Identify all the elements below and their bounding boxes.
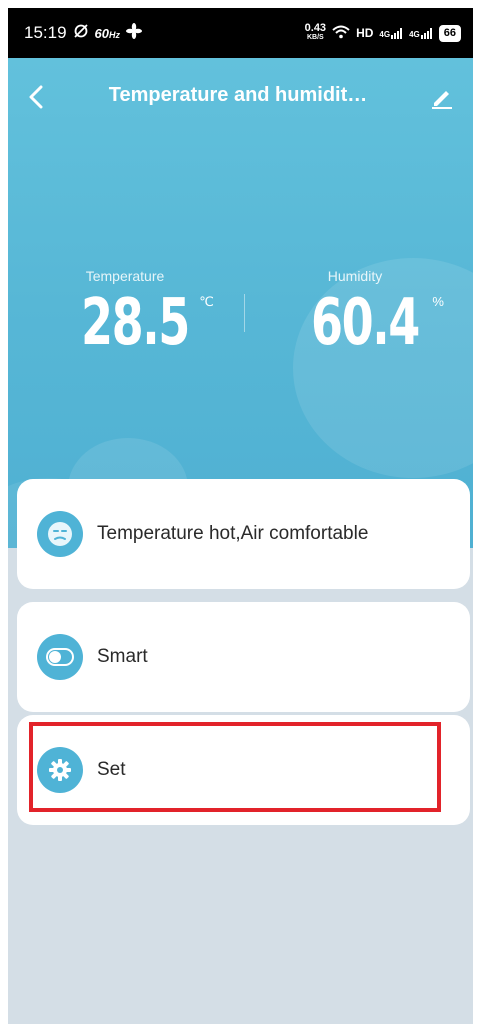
temperature-value-wrap: 28.5 ℃: [60, 286, 214, 360]
refresh-rate: 60Hz: [95, 26, 120, 41]
wifi-icon: [332, 25, 350, 42]
comfort-status-card[interactable]: Temperature hot,Air comfortable: [17, 479, 470, 589]
humidity-label: Humidity: [327, 268, 383, 284]
hd-label: HD: [356, 26, 374, 40]
pencil-icon: [432, 91, 452, 109]
alarm-off-icon: [73, 23, 89, 44]
humidity-unit: %: [432, 294, 444, 309]
status-bar: 15:19 60Hz 0.43 KB/S HD 4G 4G 66: [8, 8, 473, 58]
humidity-value: 60.4: [310, 286, 420, 360]
net-speed-unit: KB/S: [306, 34, 324, 41]
edit-button[interactable]: [427, 82, 457, 112]
toggle-icon: [37, 634, 83, 680]
battery-indicator: 66: [438, 24, 461, 42]
signal-2-label: 4G: [409, 29, 420, 39]
net-speed-value: 0.43: [304, 22, 327, 34]
status-left: 15:19 60Hz: [24, 22, 143, 44]
signal-2: 4G: [409, 27, 433, 39]
status-time: 15:19: [24, 23, 67, 42]
smart-label: Smart: [97, 646, 148, 667]
app-frame: 15:19 60Hz 0.43 KB/S HD 4G 4G 66 Tempera…: [8, 8, 473, 1024]
top-nav: Temperature and humidit…: [8, 58, 473, 138]
hero-panel: Temperature and humidit… Temperature 28.…: [8, 58, 473, 548]
net-speed: 0.43 KB/S: [304, 22, 327, 42]
status-right: 0.43 KB/S HD 4G 4G 66: [304, 22, 461, 42]
back-button[interactable]: [22, 82, 50, 112]
temperature-reading: Temperature 28.5 ℃: [60, 268, 214, 358]
set-card[interactable]: Set: [17, 715, 470, 825]
refresh-rate-value: 60: [94, 25, 110, 41]
comfort-status-label: Temperature hot,Air comfortable: [97, 523, 369, 544]
signal-bars-icon: [391, 27, 403, 39]
chevron-left-icon: [29, 85, 43, 109]
signal-1-label: 4G: [379, 29, 391, 39]
set-label: Set: [97, 759, 126, 780]
readings-divider: [244, 294, 245, 332]
page-title: Temperature and humidit…: [108, 84, 368, 106]
temperature-unit: ℃: [199, 294, 214, 309]
humidity-reading: Humidity 60.4 %: [290, 268, 444, 358]
signal-bars-icon: [420, 27, 432, 39]
smart-card[interactable]: Smart: [17, 602, 470, 712]
humidity-value-wrap: 60.4 %: [290, 286, 444, 360]
fan-icon: [126, 22, 143, 44]
temperature-value: 28.5: [80, 286, 190, 360]
temperature-label: Temperature: [85, 268, 165, 284]
face-icon: [37, 511, 83, 557]
signal-1: 4G: [379, 27, 403, 39]
gear-icon: [37, 747, 83, 793]
refresh-rate-unit: Hz: [109, 29, 121, 40]
